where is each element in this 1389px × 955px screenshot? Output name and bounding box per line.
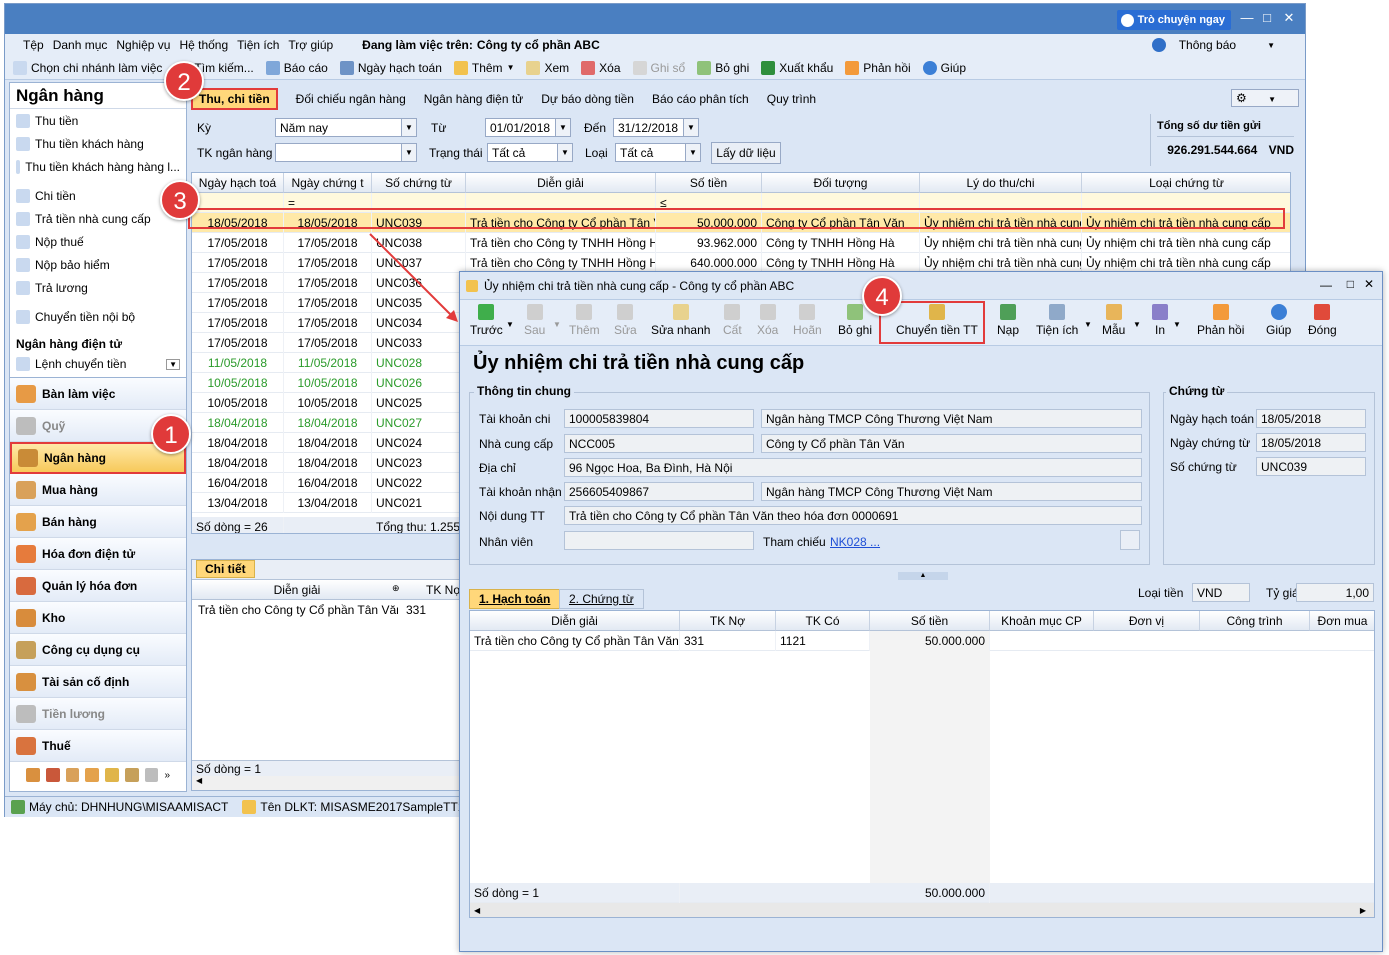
step-badge-2: 2 (164, 61, 204, 101)
step-badge-3: 3 (160, 180, 200, 220)
step-badge-4: 4 (862, 276, 902, 316)
step-badge-1: 1 (151, 414, 191, 454)
annotation-arrow (369, 233, 458, 322)
